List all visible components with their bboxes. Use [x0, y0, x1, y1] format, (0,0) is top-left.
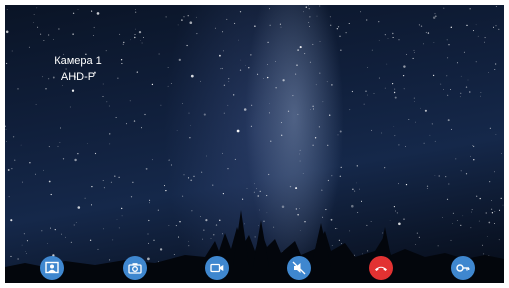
control-bar — [5, 255, 504, 283]
hang-up-button[interactable] — [369, 256, 393, 280]
record-video-button[interactable] — [205, 256, 229, 280]
camera-icon — [128, 263, 142, 274]
camera-format: AHD-P — [60, 71, 96, 83]
mute-button[interactable] — [287, 256, 311, 280]
video-camera-icon — [210, 263, 224, 273]
unlock-door-button[interactable] — [451, 256, 475, 280]
phone-hangup-icon — [375, 266, 387, 271]
key-icon — [456, 264, 470, 272]
tree-silhouettes — [5, 210, 504, 283]
speaker-muted-icon — [292, 261, 306, 275]
camera-view: Камера 1 AHD-P — [5, 5, 504, 283]
camera-name: Камера 1 — [54, 55, 102, 67]
snapshot-button[interactable] — [123, 256, 147, 280]
portrait-frame-icon — [45, 261, 59, 274]
camera-label: Камера 1 AHD-P — [33, 53, 123, 85]
view-cameras-button[interactable] — [40, 256, 64, 280]
